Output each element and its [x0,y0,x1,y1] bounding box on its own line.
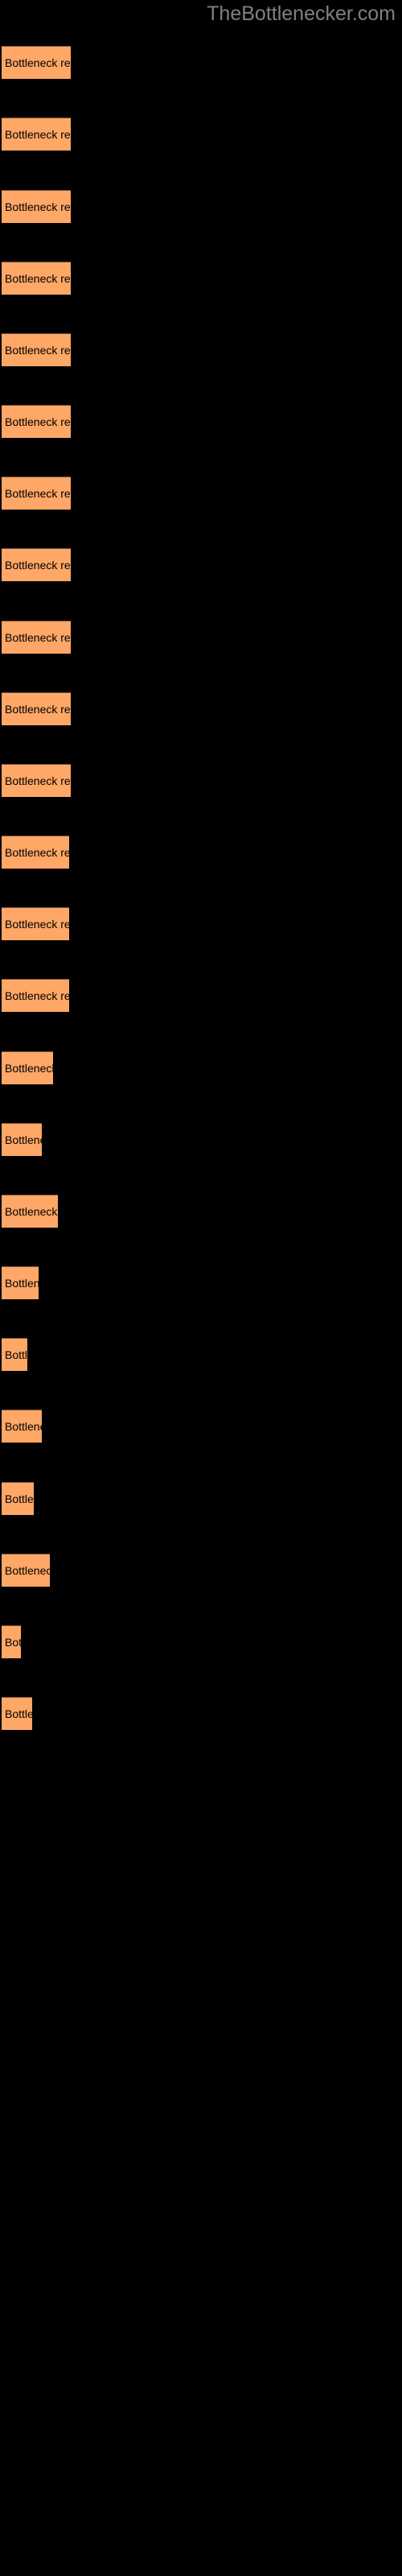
bar-label: Bottleneck result [5,1205,58,1218]
bar-row: Bottleneck result [0,548,402,581]
bar-label: Bottleneck result [5,344,71,357]
bar-label: Bottleneck result [5,1492,34,1505]
bar-row: Bottleneck result [0,1482,402,1515]
bar-row: Bottleneck result [0,1410,402,1443]
bar-row: Bottleneck result [0,621,402,654]
bar[interactable]: Bottleneck result [2,907,69,940]
bar[interactable]: Bottleneck result [2,1266,39,1299]
bar-row: Bottleneck result [0,118,402,151]
bar[interactable]: Bottleneck result [2,405,71,438]
bar-row: Bottleneck result [0,692,402,725]
bar-label: Bottleneck result [5,128,71,141]
bar-row: Bottleneck result [0,262,402,295]
bar-row: Bottleneck result [0,1554,402,1587]
bar-row: Bottleneck result [0,907,402,940]
bar-label: Bottleneck result [5,1062,53,1075]
horizontal-bar-chart: Bottleneck result Bottleneck result Bottle… [0,0,402,2576]
bar-label: Bottleneck result [5,774,71,787]
bar-row: Bottleneck result [0,333,402,366]
bar[interactable]: Bottleneck result [2,477,71,510]
bar[interactable]: Bottleneck result [2,1554,50,1587]
bar[interactable]: Bottleneck result [2,1410,42,1443]
bar-label: Bottleneck result [5,1277,39,1290]
bar-row: Bottleneck result [0,405,402,438]
bar-label: Bottleneck result [5,1564,50,1577]
bar-label: Bottleneck result [5,1133,42,1146]
bar-row: Bottleneck result [0,1266,402,1299]
bar[interactable]: Bottleneck result [2,1697,32,1730]
bar-row: Bottleneck result [0,979,402,1012]
bar-label: Bottleneck result [5,1420,42,1433]
bar-label: Bottleneck result [5,703,71,716]
bar-row: Bottleneck result [0,190,402,223]
bar-label: Bottleneck result [5,989,69,1002]
bar[interactable]: Bottleneck result [2,1482,34,1515]
bar-label: Bottleneck result [5,1707,32,1720]
bar-label: Bottleneck result [5,918,69,931]
bar[interactable]: Bottleneck result [2,548,71,581]
bar-row: Bottleneck result [0,836,402,869]
bar-label: Bottleneck result [5,1348,27,1361]
bar-row: Bottleneck result [0,1625,402,1658]
bar-label: Bottleneck result [5,56,71,69]
bar[interactable]: Bottleneck result [2,1051,53,1084]
bar[interactable]: Bottleneck result [2,1195,58,1228]
bar-row: Bottleneck result [0,1051,402,1084]
bar-row: Bottleneck result [0,1123,402,1156]
bar-label: Bottleneck result [5,846,69,859]
bar-label: Bottleneck result [5,487,71,500]
bar-label: Bottleneck result [5,631,71,644]
bar[interactable]: Bottleneck result [2,836,69,869]
bar[interactable]: Bottleneck result [2,1123,42,1156]
bar[interactable]: Bottleneck result [2,764,71,797]
bottleneck-chart-page: TheBottlenecker.com Bottleneck resultBot… [0,0,402,2576]
bar-label: Bottleneck result [5,272,71,285]
bar[interactable]: Bottleneck result [2,190,71,223]
bar-label: Bottleneck result [5,1636,21,1649]
bar[interactable]: Bottleneck result [2,46,71,79]
bar-row: Bottleneck result [0,1338,402,1371]
bar[interactable]: Bottleneck result [2,979,69,1012]
bar-row: Bottleneck result [0,1195,402,1228]
bar-row: Bottleneck result [0,1697,402,1730]
bar-row: Bottleneck result [0,46,402,79]
bar-row: Bottleneck result [0,764,402,797]
bar-label: Bottleneck result [5,559,71,572]
bar-label: Bottleneck result [5,415,71,428]
bar[interactable]: Bottleneck result [2,621,71,654]
bar[interactable]: Bottleneck result [2,262,71,295]
bar[interactable]: Bottleneck result [2,333,71,366]
bar[interactable]: Bottleneck result [2,692,71,725]
bar[interactable]: Bottleneck result [2,118,71,151]
bar[interactable]: Bottleneck result [2,1338,27,1371]
bar-label: Bottleneck result [5,200,71,213]
bar[interactable]: Bottleneck result [2,1625,21,1658]
bar-row: Bottleneck result [0,477,402,510]
